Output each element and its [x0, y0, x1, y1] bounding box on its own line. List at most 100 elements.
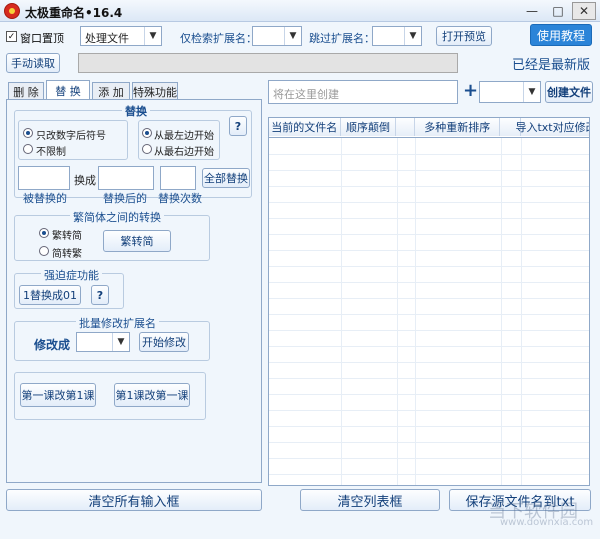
- file-list[interactable]: 当前的文件名 顺序颠倒 多种重新排序 导入txt对应修改: [268, 117, 590, 486]
- grid-row-line: [269, 186, 589, 187]
- chevron-down-icon: ▼: [284, 27, 301, 45]
- replaced-caption: 被替换的: [23, 192, 67, 205]
- opt-digits-radio[interactable]: [23, 128, 33, 138]
- opt-unlimited-radio[interactable]: [23, 144, 33, 154]
- grid-row-line: [269, 458, 589, 459]
- opt-to-simplified-radio[interactable]: [39, 228, 49, 238]
- watermark-url: www.downxia.com: [500, 517, 594, 528]
- col-multi-sort[interactable]: 多种重新排序: [415, 118, 501, 136]
- maximize-button[interactable]: □: [546, 2, 570, 20]
- file-list-header: 当前的文件名 顺序颠倒 多种重新排序 导入txt对应修改: [269, 118, 589, 138]
- grid-row-line: [269, 410, 589, 411]
- after-input[interactable]: [98, 166, 154, 190]
- ocd-button[interactable]: 1替换成01: [19, 285, 81, 305]
- opt-to-traditional-radio[interactable]: [39, 246, 49, 256]
- lesson-num-to-cn-button[interactable]: 第1课改第一课: [114, 383, 190, 407]
- grid-col-line: [501, 138, 502, 485]
- mode-select[interactable]: 处理文件 ▼: [80, 26, 162, 46]
- grid-row-line: [269, 202, 589, 203]
- minimize-button[interactable]: —: [520, 2, 544, 20]
- count-caption: 替换次数: [158, 192, 202, 205]
- convert-button[interactable]: 繁转简: [103, 230, 171, 252]
- ocd-help-button[interactable]: ?: [91, 285, 109, 305]
- grid-row-line: [269, 170, 589, 171]
- batch-ext-title: 批量修改扩展名: [76, 315, 159, 331]
- grid-row-line: [269, 154, 589, 155]
- grid-row-line: [269, 298, 589, 299]
- plus-icon: +: [463, 80, 479, 101]
- path-field[interactable]: [78, 53, 458, 73]
- clear-inputs-button[interactable]: 清空所有输入框: [6, 489, 262, 511]
- replaced-input[interactable]: [18, 166, 70, 190]
- opt-from-right-radio[interactable]: [142, 144, 152, 154]
- grid-row-line: [269, 362, 589, 363]
- grid-col-line: [341, 138, 342, 485]
- opt-unlimited-label: 不限制: [36, 147, 66, 158]
- ocd-title: 强迫症功能: [41, 267, 102, 283]
- topmost-label: 窗口置顶: [20, 32, 64, 45]
- app-logo-icon: [4, 3, 20, 19]
- grid-row-line: [269, 314, 589, 315]
- grid-row-line: [269, 474, 589, 475]
- search-ext-select[interactable]: ▼: [252, 26, 302, 46]
- count-input[interactable]: [160, 166, 196, 190]
- chevron-down-icon: ▼: [112, 333, 129, 351]
- skip-ext-select[interactable]: ▼: [372, 26, 422, 46]
- col-import-txt[interactable]: 导入txt对应修改: [515, 118, 589, 136]
- search-ext-label: 仅检索扩展名：: [180, 32, 257, 45]
- opt-to-simplified-label: 繁转简: [52, 231, 82, 242]
- grid-row-line: [269, 442, 589, 443]
- grid-row-line: [269, 394, 589, 395]
- title-bar: 太极重命名•16.4 — □ ✕: [0, 0, 600, 22]
- start-modify-button[interactable]: 开始修改: [139, 332, 189, 352]
- batch-ext-label: 修改成: [34, 338, 71, 352]
- col-reverse-order[interactable]: 顺序颠倒: [340, 118, 397, 136]
- convert-title: 繁简体之间的转换: [70, 209, 164, 225]
- chevron-down-icon: ▼: [404, 27, 421, 45]
- tab-special[interactable]: 特殊功能: [132, 82, 178, 100]
- create-name-placeholder: 将在这里创建: [273, 88, 339, 101]
- tab-add[interactable]: 添 加: [92, 82, 130, 100]
- open-preview-button[interactable]: 打开预览: [436, 26, 492, 46]
- close-button[interactable]: ✕: [572, 2, 596, 20]
- replace-title: 替换: [122, 103, 150, 119]
- opt-from-right-label: 从最右边开始: [154, 147, 214, 158]
- after-caption: 替换后的: [103, 192, 147, 205]
- grid-row-line: [269, 234, 589, 235]
- tab-delete[interactable]: 删 除: [8, 82, 44, 100]
- create-file-button[interactable]: 创建文件: [545, 81, 593, 103]
- create-name-input[interactable]: 将在这里创建: [268, 80, 458, 104]
- opt-digits-label: 只改数字后符号: [36, 131, 106, 142]
- grid-row-line: [269, 346, 589, 347]
- topmost-checkbox[interactable]: ✓: [6, 31, 17, 42]
- replace-help-button[interactable]: ?: [229, 116, 247, 136]
- batch-ext-select[interactable]: ▼: [76, 332, 130, 352]
- tab-replace[interactable]: 替 换: [46, 80, 90, 100]
- to-label: 换成: [74, 174, 96, 187]
- grid-row-line: [269, 250, 589, 251]
- grid-row-line: [269, 330, 589, 331]
- chevron-down-icon: ▼: [144, 27, 161, 45]
- skip-ext-label: 跳过扩展名：: [309, 32, 375, 45]
- version-status: 已经是最新版: [512, 58, 591, 73]
- file-list-body: [269, 138, 589, 485]
- col-current-name[interactable]: 当前的文件名: [269, 118, 341, 136]
- col-spacer: [396, 118, 416, 136]
- mode-select-value: 处理文件: [85, 32, 129, 45]
- grid-row-line: [269, 378, 589, 379]
- opt-from-left-label: 从最左边开始: [154, 131, 214, 142]
- grid-col-line: [521, 138, 522, 485]
- manual-read-button[interactable]: 手动读取: [6, 53, 60, 73]
- create-ext-select[interactable]: ▼: [479, 81, 541, 103]
- opt-from-left-radio[interactable]: [142, 128, 152, 138]
- lesson-cn-to-num-button[interactable]: 第一课改第1课: [20, 383, 96, 407]
- grid-col-line: [397, 138, 398, 485]
- grid-row-line: [269, 426, 589, 427]
- tutorial-button[interactable]: 使用教程: [530, 24, 592, 46]
- replace-all-button[interactable]: 全部替换: [202, 168, 250, 188]
- clear-list-button[interactable]: 清空列表框: [300, 489, 440, 511]
- grid-col-line: [415, 138, 416, 485]
- grid-row-line: [269, 266, 589, 267]
- grid-row-line: [269, 218, 589, 219]
- chevron-down-icon: ▼: [523, 82, 540, 102]
